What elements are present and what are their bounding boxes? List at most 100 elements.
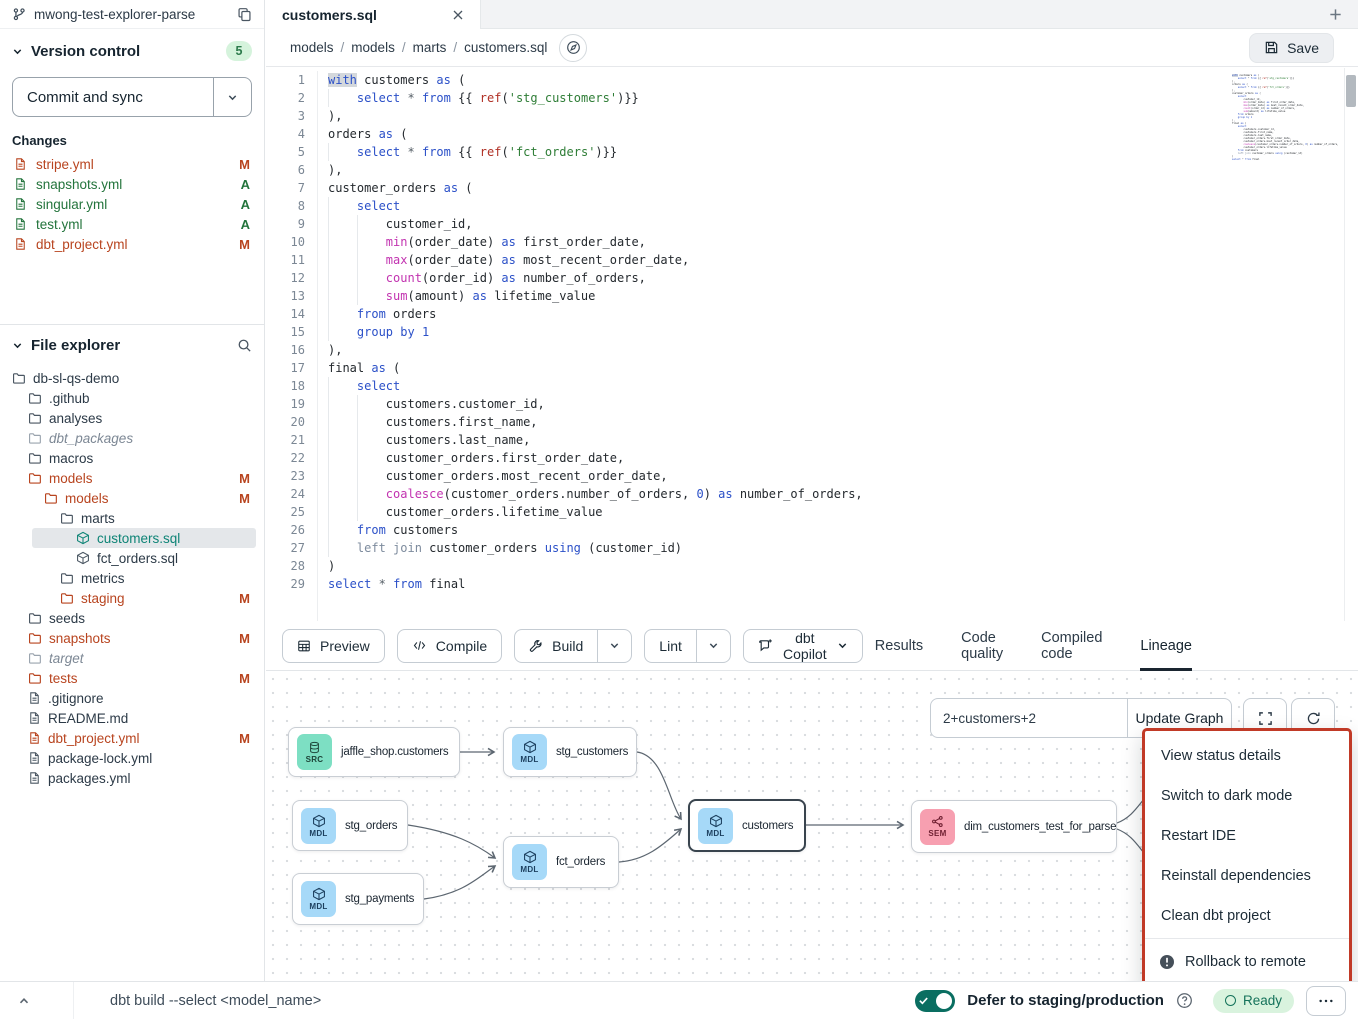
code-line-7[interactable]: customer_orders as ( <box>328 179 1228 197</box>
tree-item-staging[interactable]: stagingM <box>0 588 264 608</box>
lineage-node-stg-orders[interactable]: MDLstg_orders <box>292 800 408 851</box>
menu-item-reinstall-dependencies[interactable]: Reinstall dependencies <box>1145 856 1349 896</box>
git-branch-row[interactable]: mwong-test-explorer-parse <box>0 0 264 29</box>
code-line-29[interactable]: select * from final <box>328 575 1228 593</box>
defer-toggle[interactable] <box>915 990 955 1012</box>
code-editor[interactable]: 1234567891011121314151617181920212223242… <box>266 68 1358 621</box>
lint-options-button[interactable] <box>696 630 730 662</box>
copy-icon[interactable] <box>237 7 252 22</box>
code-line-8[interactable]: select <box>328 197 1228 215</box>
code-line-2[interactable]: select * from {{ ref('stg_customers')}} <box>328 89 1228 107</box>
code-line-19[interactable]: customers.customer_id, <box>328 395 1228 413</box>
help-icon[interactable] <box>1176 992 1193 1009</box>
menu-item-clean-dbt-project[interactable]: Clean dbt project <box>1145 896 1349 936</box>
tree-item-models[interactable]: modelsM <box>0 488 264 508</box>
changed-file-snapshots-yml[interactable]: snapshots.ymlA <box>0 174 264 194</box>
line-number[interactable]: 28 <box>266 557 317 575</box>
lineage-node-customers[interactable]: MDLcustomers <box>688 799 806 852</box>
version-control-header[interactable]: Version control 5 <box>0 29 264 65</box>
lineage-node-stg-payments[interactable]: MDLstg_payments <box>292 873 424 925</box>
tree-item-marts[interactable]: marts <box>0 508 264 528</box>
tree-item-target[interactable]: target <box>0 648 264 668</box>
tree-item-analyses[interactable]: analyses <box>0 408 264 428</box>
changed-file-singular-yml[interactable]: singular.ymlA <box>0 194 264 214</box>
tree-item-tests[interactable]: testsM <box>0 668 264 688</box>
open-in-explorer-button[interactable] <box>559 34 587 62</box>
code-line-26[interactable]: from customers <box>328 521 1228 539</box>
scrollbar-thumb[interactable] <box>1346 75 1356 107</box>
tree-item-readme-md[interactable]: README.md <box>0 708 264 728</box>
line-number[interactable]: 20 <box>266 413 317 431</box>
tree-item-dbt-packages[interactable]: dbt_packages <box>0 428 264 448</box>
tree-item-customers-sql[interactable]: customers.sql <box>32 528 256 548</box>
line-number[interactable]: 2 <box>266 89 317 107</box>
changed-file-test-yml[interactable]: test.ymlA <box>0 214 264 234</box>
line-number[interactable]: 8 <box>266 197 317 215</box>
save-button[interactable]: Save <box>1249 33 1334 63</box>
line-number[interactable]: 9 <box>266 215 317 233</box>
line-number[interactable]: 27 <box>266 539 317 557</box>
compile-button[interactable]: Compile <box>397 629 502 663</box>
tree-item-fct-orders-sql[interactable]: fct_orders.sql <box>0 548 264 568</box>
tab-customers-sql[interactable]: customers.sql <box>266 0 481 29</box>
tree-item-packages-yml[interactable]: packages.yml <box>0 768 264 788</box>
breadcrumb-part-models[interactable]: models <box>290 40 334 55</box>
tree-item-snapshots[interactable]: snapshotsM <box>0 628 264 648</box>
line-number[interactable]: 15 <box>266 323 317 341</box>
minimap[interactable]: with customers as ( select * from {{ ref… <box>1232 74 1338 161</box>
line-number[interactable]: 18 <box>266 377 317 395</box>
code-line-17[interactable]: final as ( <box>328 359 1228 377</box>
code-line-23[interactable]: customer_orders.most_recent_order_date, <box>328 467 1228 485</box>
tree-item-macros[interactable]: macros <box>0 448 264 468</box>
tree-item-metrics[interactable]: metrics <box>0 568 264 588</box>
line-number[interactable]: 13 <box>266 287 317 305</box>
preview-button[interactable]: Preview <box>282 629 385 663</box>
commit-and-sync-button[interactable]: Commit and sync <box>13 78 213 116</box>
line-number[interactable]: 11 <box>266 251 317 269</box>
line-number[interactable]: 12 <box>266 269 317 287</box>
search-icon[interactable] <box>237 338 252 353</box>
code-line-10[interactable]: min(order_date) as first_order_date, <box>328 233 1228 251</box>
code-content[interactable]: with customers as ( select * from {{ ref… <box>328 71 1228 593</box>
lineage-node-jaffle-shop-customers[interactable]: SRCjaffle_shop.customers <box>288 727 460 777</box>
code-line-15[interactable]: group by 1 <box>328 323 1228 341</box>
line-number[interactable]: 17 <box>266 359 317 377</box>
code-line-18[interactable]: select <box>328 377 1228 395</box>
lineage-node-stg-customers[interactable]: MDLstg_customers <box>503 727 637 777</box>
line-number[interactable]: 1 <box>266 71 317 89</box>
tree-item-package-lock-yml[interactable]: package-lock.yml <box>0 748 264 768</box>
breadcrumb-part-customers-sql[interactable]: customers.sql <box>464 40 547 55</box>
code-line-12[interactable]: count(order_id) as number_of_orders, <box>328 269 1228 287</box>
code-line-13[interactable]: sum(amount) as lifetime_value <box>328 287 1228 305</box>
code-line-16[interactable]: ), <box>328 341 1228 359</box>
tree-item-github[interactable]: .github <box>0 388 264 408</box>
code-line-4[interactable]: orders as ( <box>328 125 1228 143</box>
code-line-25[interactable]: customer_orders.lifetime_value <box>328 503 1228 521</box>
code-line-24[interactable]: coalesce(customer_orders.number_of_order… <box>328 485 1228 503</box>
line-number[interactable]: 6 <box>266 161 317 179</box>
changed-file-dbt-project-yml[interactable]: dbt_project.ymlM <box>0 234 264 254</box>
code-line-6[interactable]: ), <box>328 161 1228 179</box>
dbt-copilot-button[interactable]: dbt Copilot <box>743 629 863 663</box>
breadcrumb-part-models[interactable]: models <box>351 40 395 55</box>
lineage-search-input[interactable]: 2+customers+2 <box>931 699 1127 737</box>
code-line-1[interactable]: with customers as ( <box>328 71 1228 89</box>
lineage-node-fct-orders[interactable]: MDLfct_orders <box>503 836 619 888</box>
commit-options-button[interactable] <box>213 78 251 116</box>
code-line-20[interactable]: customers.first_name, <box>328 413 1228 431</box>
tab-lineage[interactable]: Lineage <box>1140 621 1192 671</box>
menu-item-view-status-details[interactable]: View status details <box>1145 736 1349 776</box>
line-number[interactable]: 22 <box>266 449 317 467</box>
close-icon[interactable] <box>452 9 464 21</box>
build-options-button[interactable] <box>597 630 631 662</box>
menu-item-restart-ide[interactable]: Restart IDE <box>1145 816 1349 856</box>
code-line-22[interactable]: customer_orders.first_order_date, <box>328 449 1228 467</box>
breadcrumb-part-marts[interactable]: marts <box>413 40 447 55</box>
build-button[interactable]: Build <box>515 630 597 662</box>
code-line-3[interactable]: ), <box>328 107 1228 125</box>
line-number[interactable]: 25 <box>266 503 317 521</box>
changed-file-stripe-yml[interactable]: stripe.ymlM <box>0 154 264 174</box>
command-input[interactable]: dbt build --select <model_name> <box>110 993 321 1009</box>
line-number[interactable]: 29 <box>266 575 317 593</box>
tab-results[interactable]: Results <box>875 621 923 671</box>
